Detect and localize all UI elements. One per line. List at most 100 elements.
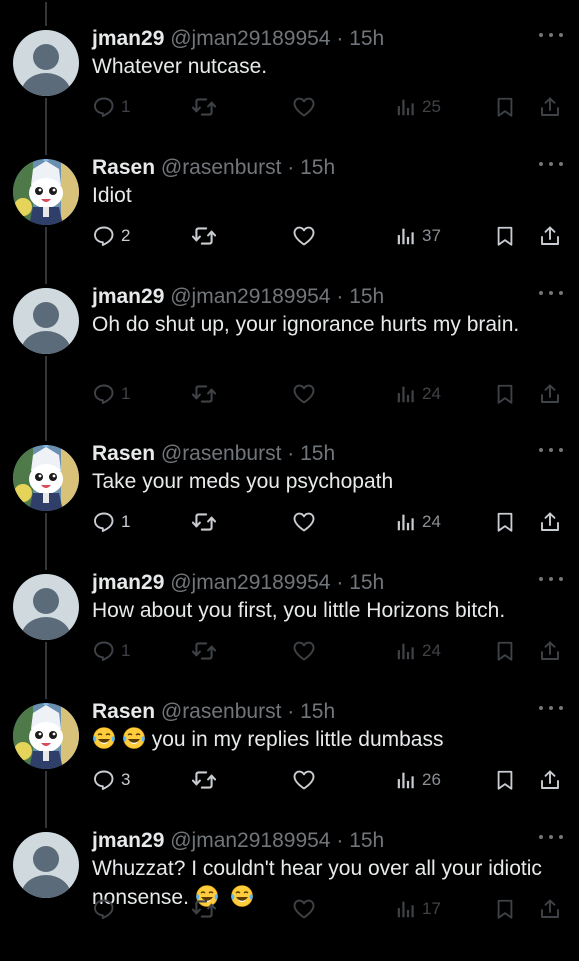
tweet[interactable]: jman29 @jman29189954 · 15h How about you … xyxy=(0,571,579,703)
views-button[interactable]: 25 xyxy=(395,92,441,122)
bookmark-button[interactable] xyxy=(494,92,516,122)
reply-button[interactable]: 1 xyxy=(92,379,130,409)
user-handle[interactable]: @rasenburst xyxy=(161,156,282,179)
view-count: 17 xyxy=(422,899,441,918)
bookmark-button[interactable] xyxy=(494,379,516,409)
like-button[interactable] xyxy=(292,379,316,409)
timestamp[interactable]: 15h xyxy=(349,829,384,852)
user-handle[interactable]: @jman29189954 xyxy=(170,285,330,308)
retweet-button[interactable] xyxy=(191,92,217,122)
view-count: 37 xyxy=(422,226,441,245)
display-name[interactable]: jman29 xyxy=(92,571,164,594)
like-button[interactable] xyxy=(292,507,316,537)
reply-button[interactable] xyxy=(92,894,121,924)
reply-button[interactable]: 2 xyxy=(92,221,130,251)
like-heart-icon xyxy=(293,641,315,661)
avatar[interactable] xyxy=(13,30,79,96)
retweet-button[interactable] xyxy=(191,379,217,409)
display-name[interactable]: Rasen xyxy=(92,442,155,465)
timestamp[interactable]: 15h xyxy=(300,442,335,465)
like-button[interactable] xyxy=(292,92,316,122)
reply-icon xyxy=(94,770,114,790)
display-name[interactable]: Rasen xyxy=(92,700,155,723)
tweet[interactable]: Rasen @rasenburst · 15h you in my replie… xyxy=(0,700,579,832)
share-button[interactable] xyxy=(538,507,562,537)
views-button[interactable]: 24 xyxy=(395,636,441,666)
retweet-button[interactable] xyxy=(191,507,217,537)
bookmark-button[interactable] xyxy=(494,221,516,251)
views-button[interactable]: 17 xyxy=(395,894,441,924)
avatar[interactable] xyxy=(13,703,79,769)
tweet-action-bar: 3 26 xyxy=(0,765,579,795)
user-handle[interactable]: @rasenburst xyxy=(161,700,282,723)
avatar[interactable] xyxy=(13,832,79,898)
avatar[interactable] xyxy=(13,159,79,225)
tweet-text-content: Take your meds you psychopath xyxy=(92,470,394,493)
display-name[interactable]: jman29 xyxy=(92,285,164,308)
tweet[interactable]: jman29 @jman29189954 · 15h Whatever nutca… xyxy=(0,27,579,159)
tweet-text-content: Oh do shut up, your ignorance hurts my b… xyxy=(92,313,520,336)
avatar[interactable] xyxy=(13,574,79,640)
views-button[interactable]: 24 xyxy=(395,379,441,409)
bookmark-icon xyxy=(497,384,513,404)
tweet[interactable]: jman29 @jman29189954 · 15h Oh do shut up,… xyxy=(0,285,579,417)
user-handle[interactable]: @jman29189954 xyxy=(170,571,330,594)
like-button[interactable] xyxy=(292,765,316,795)
tweet[interactable]: jman29 @jman29189954 · 15h Whuzzat? I cou… xyxy=(0,829,579,961)
bookmark-button[interactable] xyxy=(494,765,516,795)
like-button[interactable] xyxy=(292,894,316,924)
user-handle[interactable]: @jman29189954 xyxy=(170,829,330,852)
thread-connector-line xyxy=(45,2,47,26)
user-handle[interactable]: @rasenburst xyxy=(161,442,282,465)
share-button[interactable] xyxy=(538,92,562,122)
timestamp[interactable]: 15h xyxy=(349,285,384,308)
views-button[interactable]: 37 xyxy=(395,221,441,251)
more-options-icon[interactable] xyxy=(539,443,563,457)
tweet-text-content: Whatever nutcase. xyxy=(92,55,268,78)
timestamp[interactable]: 15h xyxy=(300,700,335,723)
more-options-icon[interactable] xyxy=(539,286,563,300)
timestamp[interactable]: 15h xyxy=(300,156,335,179)
tweet[interactable]: Rasen @rasenburst · 15h Idiot 2 37 xyxy=(0,156,579,288)
reply-button[interactable]: 1 xyxy=(92,507,130,537)
share-button[interactable] xyxy=(538,894,562,924)
more-options-icon[interactable] xyxy=(539,28,563,42)
reply-button[interactable]: 1 xyxy=(92,636,130,666)
reply-button[interactable]: 1 xyxy=(92,92,130,122)
retweet-button[interactable] xyxy=(191,636,217,666)
bookmark-button[interactable] xyxy=(494,636,516,666)
separator-dot: · xyxy=(336,27,344,50)
user-handle[interactable]: @jman29189954 xyxy=(170,27,330,50)
retweet-button[interactable] xyxy=(191,894,217,924)
tweet[interactable]: Rasen @rasenburst · 15h Take your meds yo… xyxy=(0,442,579,574)
avatar[interactable] xyxy=(13,445,79,511)
share-button[interactable] xyxy=(538,636,562,666)
views-button[interactable]: 24 xyxy=(395,507,441,537)
timestamp[interactable]: 15h xyxy=(349,27,384,50)
retweet-button[interactable] xyxy=(191,221,217,251)
views-button[interactable]: 26 xyxy=(395,765,441,795)
bookmark-button[interactable] xyxy=(494,894,516,924)
share-button[interactable] xyxy=(538,221,562,251)
share-button[interactable] xyxy=(538,379,562,409)
display-name[interactable]: Rasen xyxy=(92,156,155,179)
timestamp[interactable]: 15h xyxy=(349,571,384,594)
share-button[interactable] xyxy=(538,765,562,795)
reply-count: 2 xyxy=(121,226,131,245)
more-options-icon[interactable] xyxy=(539,157,563,171)
like-button[interactable] xyxy=(292,636,316,666)
tweet-header: Rasen @rasenburst · 15h xyxy=(92,697,335,727)
bookmark-button[interactable] xyxy=(494,507,516,537)
display-name[interactable]: jman29 xyxy=(92,27,164,50)
more-options-icon[interactable] xyxy=(539,701,563,715)
avatar[interactable] xyxy=(13,288,79,354)
tweet-text: How about you first, you little Horizons… xyxy=(92,596,562,625)
reply-button[interactable]: 3 xyxy=(92,765,130,795)
display-name[interactable]: jman29 xyxy=(92,829,164,852)
reply-count: 1 xyxy=(121,384,131,403)
more-options-icon[interactable] xyxy=(539,830,563,844)
more-options-icon[interactable] xyxy=(539,572,563,586)
retweet-button[interactable] xyxy=(191,765,217,795)
share-icon xyxy=(541,384,559,403)
like-button[interactable] xyxy=(292,221,316,251)
